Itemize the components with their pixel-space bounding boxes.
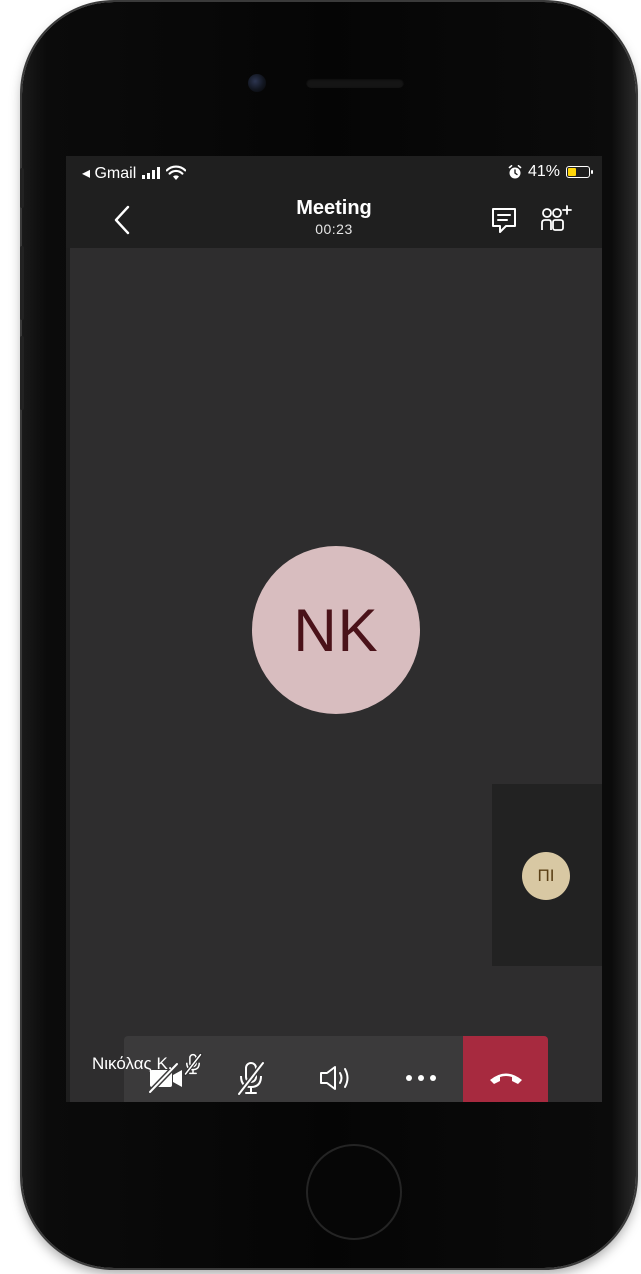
microphone-off-icon (183, 1052, 202, 1076)
secondary-participant-tile[interactable]: ΠΙ (492, 784, 602, 966)
video-stage: NK ΠΙ (66, 248, 602, 1102)
battery-icon (566, 166, 593, 178)
chat-icon (492, 208, 516, 233)
screen-edge (66, 248, 70, 1102)
back-button[interactable] (102, 200, 142, 240)
volume-down-button (20, 336, 24, 410)
more-horizontal-icon (406, 1075, 436, 1081)
mute-switch (20, 168, 24, 208)
speaker-icon (320, 1066, 349, 1090)
meeting-timer: 00:23 (315, 221, 353, 237)
battery-percentage: 41% (527, 163, 560, 180)
volume-up-button (20, 246, 24, 320)
phone-hangup-icon (489, 1073, 522, 1084)
status-bar: ◂ Gmail 41% (66, 156, 602, 192)
main-participant-initials: NK (293, 596, 379, 664)
page-title: Meeting (296, 197, 372, 219)
main-participant-avatar: NK (252, 546, 420, 714)
secondary-participant-initials: ΠΙ (537, 866, 555, 885)
cellular-signal-icon (142, 167, 161, 179)
title-block: Meeting 00:23 (234, 196, 434, 238)
hang-up-button[interactable] (463, 1036, 548, 1102)
self-participant-label: Νικόλας Κ. (92, 1052, 203, 1076)
participant-name: Νικόλας Κ. (92, 1054, 173, 1073)
back-to-app-link[interactable]: ◂ Gmail (82, 163, 136, 183)
chat-button[interactable] (486, 202, 522, 238)
add-people-button[interactable] (536, 200, 576, 240)
battery-fill (568, 168, 576, 176)
meeting-header: Meeting 00:23 (66, 192, 602, 248)
secondary-participant-avatar: ΠΙ (522, 852, 570, 900)
earpiece-speaker (306, 78, 404, 88)
home-button[interactable] (306, 1144, 402, 1240)
front-camera (248, 74, 266, 92)
alarm-clock-icon (508, 165, 522, 179)
mute-button[interactable] (209, 1036, 293, 1102)
more-options-button[interactable] (379, 1036, 463, 1102)
screen: ◂ Gmail 41% Meeting 00:23 NK ΠΙ Νικόλας … (66, 156, 602, 1102)
microphone-off-icon (236, 1060, 266, 1096)
add-people-icon (541, 205, 572, 231)
wifi-icon (166, 165, 187, 180)
speaker-button[interactable] (294, 1036, 378, 1102)
chevron-left-icon (114, 205, 130, 235)
